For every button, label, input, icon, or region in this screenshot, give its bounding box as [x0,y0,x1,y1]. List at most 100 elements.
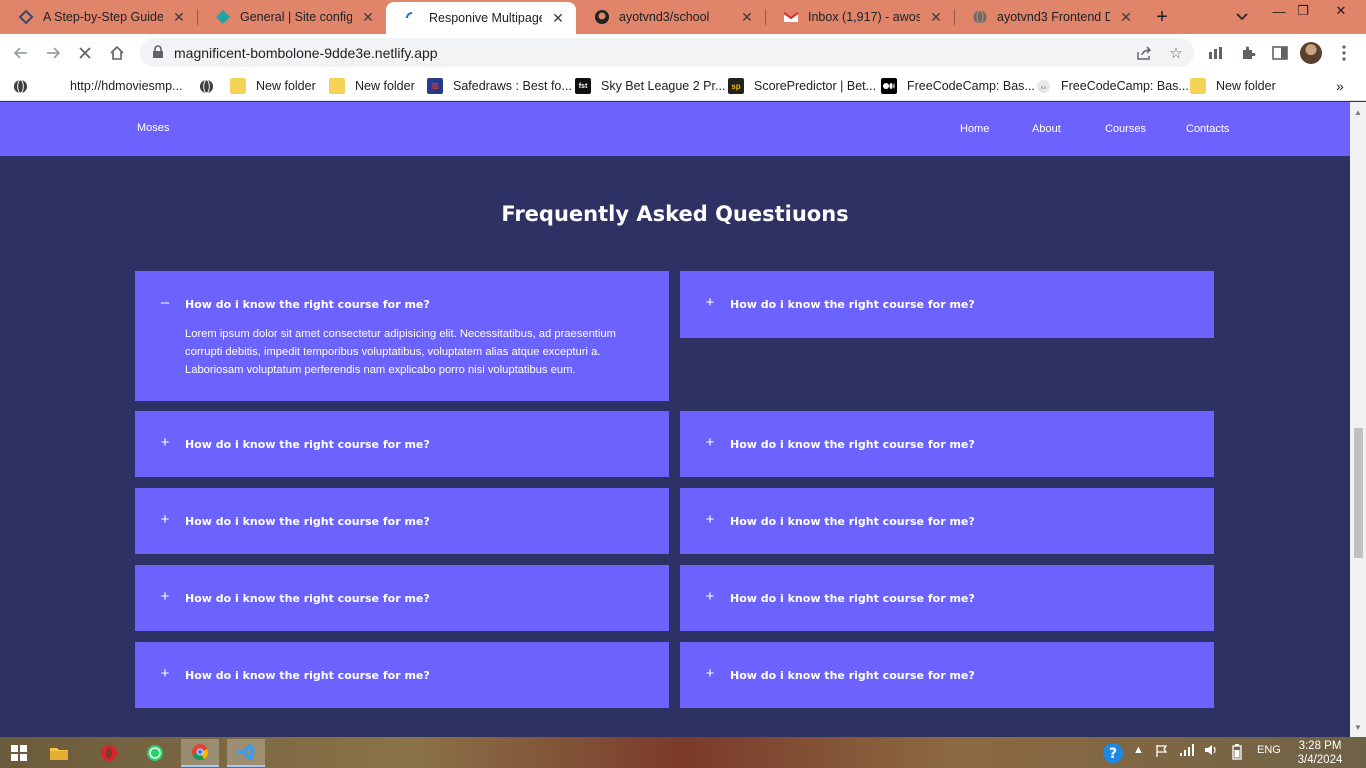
plus-icon[interactable]: + [159,435,171,450]
faq-item[interactable]: + How do i know the right course for me? [680,642,1214,708]
plus-icon[interactable]: + [704,589,716,604]
plus-icon[interactable]: + [159,589,171,604]
tab-frontend-dev[interactable]: ayotvnd3 Frontend Dev ✕ [954,0,1144,34]
faq-item[interactable]: + How do i know the right course for me? [135,411,669,477]
stop-loading-icon[interactable] [72,40,98,66]
svg-text:?: ? [1109,746,1117,762]
nav-link-contacts[interactable]: Contacts [1186,123,1229,135]
scrollbar-thumb[interactable] [1354,428,1363,558]
bookmark-globe[interactable] [198,77,224,95]
aws-amplify-icon [18,9,34,25]
minus-icon[interactable]: – [159,295,171,310]
lock-icon [152,45,166,59]
close-icon[interactable]: ✕ [739,9,755,25]
nav-link-home[interactable]: Home [960,123,989,135]
bookmarks-bar: http://hdmoviesmp... New folder New fold… [0,71,1366,101]
page-scrollbar[interactable]: ▲ ▼ [1350,102,1366,737]
scroll-up-arrow-icon[interactable]: ▲ [1350,104,1366,120]
close-icon[interactable]: ✕ [550,10,566,26]
bookmark-skybet[interactable]: fst Sky Bet League 2 Pr... [575,77,725,95]
chevron-down-icon[interactable] [1230,5,1254,29]
site-navbar: Moses Home About Courses Contacts [0,102,1350,156]
nav-link-about[interactable]: About [1032,123,1061,135]
language-indicator[interactable]: ENG [1257,744,1281,756]
bookmark-folder-2[interactable]: New folder [329,77,415,95]
media-controls-icon[interactable] [1203,40,1229,66]
restore-icon[interactable]: ❐ [1286,0,1320,22]
folder-icon [1190,78,1206,94]
bookmark-label: http://hdmoviesmp... [70,79,183,93]
battery-icon[interactable] [1232,744,1242,760]
medium-icon [881,78,897,94]
close-icon[interactable]: ✕ [360,9,376,25]
faq-item[interactable]: + How do i know the right course for me? [680,565,1214,631]
whatsapp-icon[interactable] [136,739,174,767]
flag-icon[interactable] [1155,744,1169,758]
bookmark-scorepredictor[interactable]: sp ScorePredictor | Bet... [728,77,876,95]
extensions-puzzle-icon[interactable] [1235,40,1261,66]
faq-item[interactable]: – How do i know the right course for me?… [135,271,669,401]
folder-icon [329,78,345,94]
tab-active-page[interactable]: Responive Multipage Ed ✕ [386,2,576,34]
back-arrow-icon[interactable] [8,40,34,66]
bookmarks-overflow-icon[interactable]: » [1336,77,1344,95]
share-icon[interactable] [1134,43,1154,63]
tab-netlify-config[interactable]: General | Site configura ✕ [197,0,386,34]
more-menu-icon[interactable] [1331,40,1357,66]
faq-item[interactable]: + How do i know the right course for me? [680,271,1214,338]
file-explorer-icon[interactable] [40,739,78,767]
network-signal-icon[interactable] [1180,744,1194,756]
browser-toolbar: magnificent-bombolone-9dde3e.netlify.app… [0,34,1366,71]
plus-icon[interactable]: + [704,295,716,310]
forward-arrow-icon[interactable] [40,40,66,66]
bookmark-freecodecamp-2[interactable]: ‹› FreeCodeCamp: Bas... [1035,77,1189,95]
home-icon[interactable] [104,40,130,66]
taskbar-clock[interactable]: 3:28 PM 3/4/2024 [1290,739,1350,767]
plus-icon[interactable]: + [704,666,716,681]
tab-github[interactable]: ayotvnd3/school ✕ [576,0,765,34]
side-panel-icon[interactable] [1267,40,1293,66]
scroll-down-arrow-icon[interactable]: ▼ [1350,719,1366,735]
tab-title: ayotvnd3/school [619,10,710,24]
faq-question: How do i know the right course for me? [185,515,430,528]
tab-title: General | Site configura [240,10,352,24]
windows-taskbar: ? ▲ ENG 3:28 PM 3/4/2024 [0,737,1366,768]
plus-icon[interactable]: + [704,435,716,450]
plus-icon[interactable]: + [159,666,171,681]
close-window-icon[interactable]: ✕ [1324,0,1358,22]
windows-start-icon[interactable] [0,739,38,767]
faq-item[interactable]: + How do i know the right course for me? [680,411,1214,477]
tab-aws-guide[interactable]: A Step-by-Step Guide: M ✕ [0,0,197,34]
volume-icon[interactable] [1204,744,1218,756]
plus-icon[interactable]: + [704,512,716,527]
faq-item[interactable]: + How do i know the right course for me? [135,565,669,631]
faq-question: How do i know the right course for me? [730,669,975,682]
bookmark-folder-1[interactable]: New folder [230,77,316,95]
chrome-icon[interactable] [181,739,219,767]
faq-item[interactable]: + How do i know the right course for me? [680,488,1214,554]
bookmark-hdmovies[interactable]: http://hdmoviesmp... [12,77,183,95]
close-icon[interactable]: ✕ [171,9,187,25]
faq-item[interactable]: + How do i know the right course for me? [135,488,669,554]
faq-item[interactable]: + How do i know the right course for me? [135,642,669,708]
bookmark-freecodecamp-1[interactable]: FreeCodeCamp: Bas... [881,77,1035,95]
bookmark-safedraws[interactable]: ≋ Safedraws : Best fo... [427,77,572,95]
close-icon[interactable]: ✕ [1118,9,1134,25]
vscode-icon[interactable] [227,739,265,767]
tab-gmail[interactable]: Inbox (1,917) - awosusi ✕ [765,0,954,34]
close-icon[interactable]: ✕ [928,9,944,25]
new-tab-button[interactable]: + [1150,5,1174,29]
bookmark-star-icon[interactable]: ☆ [1166,43,1186,63]
clock-time: 3:28 PM [1298,740,1342,752]
address-bar[interactable]: magnificent-bombolone-9dde3e.netlify.app… [140,38,1194,67]
tab-title: Responive Multipage Ed [429,11,542,25]
faq-heading: Frequently Asked Questiuons [501,202,849,226]
tray-chevron-up-icon[interactable]: ▲ [1133,744,1144,756]
profile-avatar[interactable] [1300,42,1322,64]
site-brand[interactable]: Moses [137,122,169,134]
plus-icon[interactable]: + [159,512,171,527]
opera-icon[interactable] [90,739,128,767]
help-icon[interactable]: ? [1102,742,1124,764]
bookmark-folder-3[interactable]: New folder [1190,77,1276,95]
nav-link-courses[interactable]: Courses [1105,123,1146,135]
